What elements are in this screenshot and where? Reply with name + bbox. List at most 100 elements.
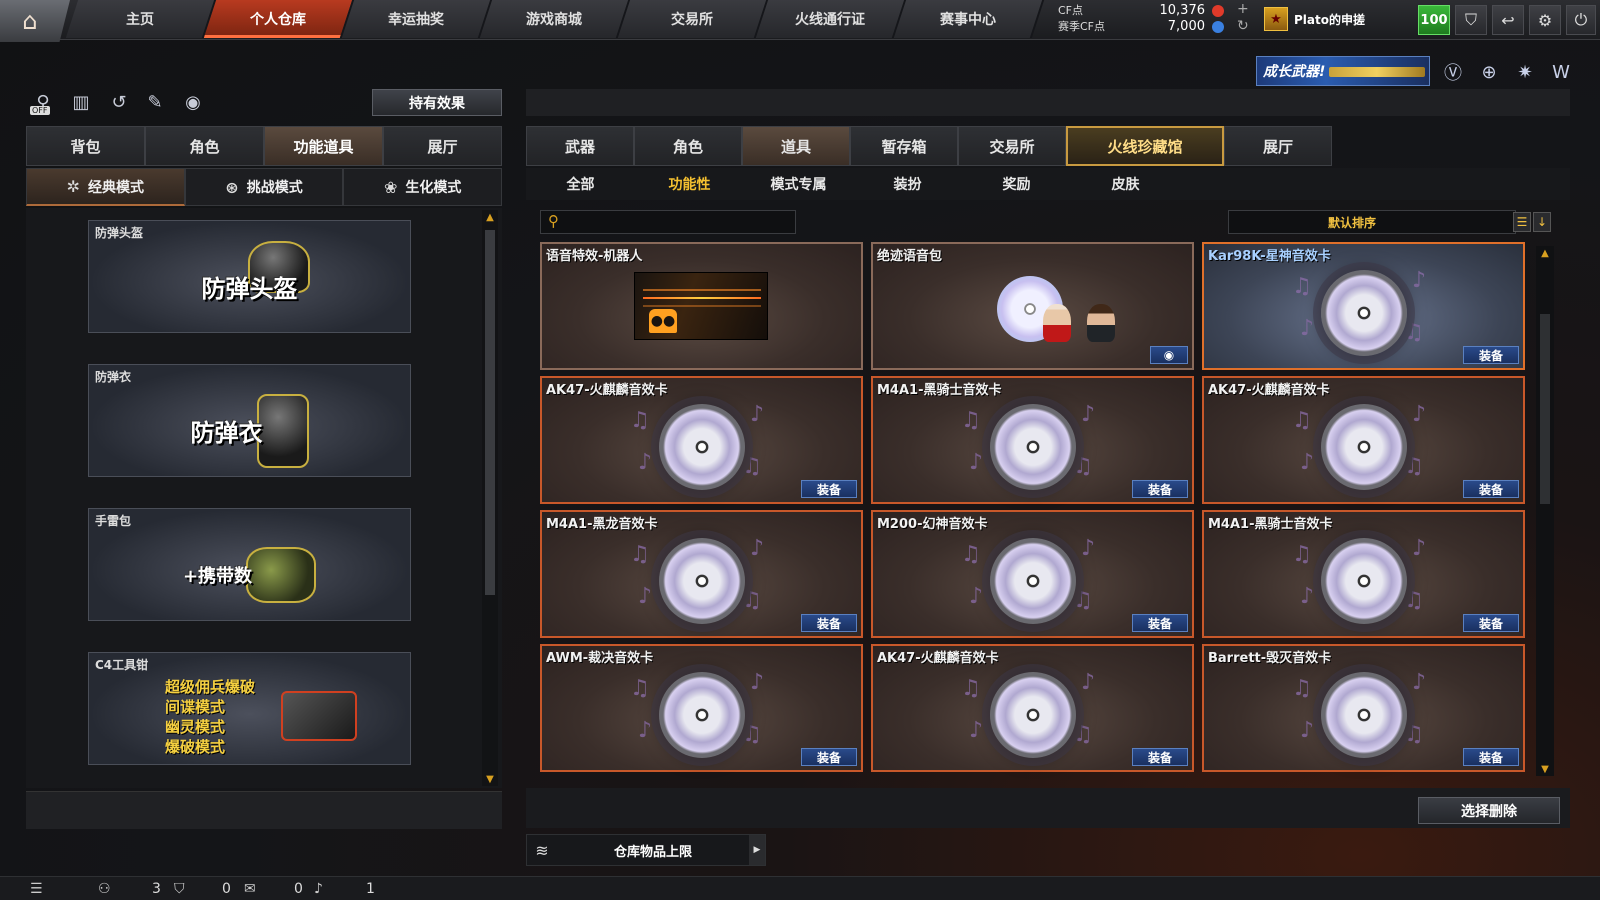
list-view-icon[interactable]: ☰ (1513, 212, 1531, 232)
player-info[interactable]: ★ Plato的申搓 (1264, 7, 1365, 31)
sort-down-icon[interactable]: ↓ (1533, 212, 1551, 232)
equip-button[interactable]: 装备 (801, 480, 857, 498)
friends-count: 3 (152, 881, 161, 897)
right-tab-6[interactable]: 展厅 (1224, 126, 1332, 166)
item-card[interactable]: M200-幻神音效卡 ♫ ♪ ♪ ♫ 装备 (871, 510, 1194, 638)
friends-icon[interactable]: ⚇ (98, 879, 111, 899)
right-tab-4[interactable]: 交易所 (958, 126, 1066, 166)
scroll-thumb[interactable] (1540, 314, 1550, 504)
right-tab-5[interactable]: 火线珍藏馆 (1066, 126, 1224, 166)
settings-button[interactable]: ⚙ (1529, 5, 1561, 35)
scroll-thumb[interactable] (485, 230, 495, 595)
equip-button[interactable]: 装备 (801, 748, 857, 766)
equip-button[interactable]: 装备 (801, 614, 857, 632)
volume-icon[interactable]: ♪ (314, 879, 323, 899)
select-delete-button[interactable]: 选择删除 (1418, 797, 1560, 824)
list-item-c4-pliers[interactable]: C4工具钳 超级佣兵爆破 间谍模式 幽灵模式 爆破模式 (88, 652, 411, 765)
list-item-grenade-pack[interactable]: 手雷包 +携带数 (88, 508, 411, 621)
item-card[interactable]: AK47-火麒麟音效卡 ♫ ♪ ♪ ♫ 装备 (1202, 376, 1525, 504)
item-card[interactable]: Kar98K-星神音效卡 ♫ ♪ ♪ ♫ 装备 (1202, 242, 1525, 370)
capacity-bar[interactable]: ≋ 仓库物品上限 ▶ (526, 834, 766, 866)
equip-button[interactable]: 装备 (1132, 614, 1188, 632)
history-icon[interactable]: ↺ (106, 89, 132, 115)
spray-icon[interactable]: ✎ (142, 89, 168, 115)
mouse-icon[interactable]: ◉ (180, 89, 206, 115)
left-tab-0[interactable]: 背包 (26, 126, 145, 166)
item-card[interactable]: Barrett-毁灭音效卡 ♫ ♪ ♪ ♫ 装备 (1202, 644, 1525, 772)
equip-button[interactable]: 装备 (1132, 480, 1188, 498)
item-card[interactable]: AK47-火麒麟音效卡 ♫ ♪ ♪ ♫ 装备 (540, 376, 863, 504)
item-title: 语音特效-机器人 (546, 249, 643, 264)
nav-tab-4[interactable]: 交易所 (617, 0, 769, 38)
growth-weapon-banner[interactable]: 成长武器! (1256, 56, 1430, 86)
clan-icon[interactable]: ⛉ (174, 879, 185, 899)
chevron-right-icon[interactable]: ▶ (749, 835, 765, 865)
power-button[interactable]: ⏻ (1566, 5, 1596, 35)
character-portrait (1043, 304, 1071, 342)
sub-tab-2[interactable]: 模式专属 (744, 168, 853, 200)
level-badge[interactable]: 100 (1418, 5, 1450, 35)
scroll-up-icon[interactable]: ▲ (483, 210, 497, 224)
search-box[interactable] (540, 210, 796, 234)
left-tab-3[interactable]: 展厅 (383, 126, 502, 166)
equip-button[interactable]: 装备 (1463, 614, 1519, 632)
mode-tab-0[interactable]: ✲ 经典模式 (26, 168, 185, 206)
nav-tab-6[interactable]: 赛事中心 (893, 0, 1045, 38)
list-item-helmet[interactable]: 防弹头盔 防弹头盔 (88, 220, 411, 333)
hold-effect-button[interactable]: 持有效果 (372, 89, 502, 116)
sub-tab-4[interactable]: 奖励 (962, 168, 1071, 200)
nav-tab-3[interactable]: 游戏商城 (479, 0, 631, 38)
sub-tab-0[interactable]: 全部 (526, 168, 635, 200)
item-card[interactable]: 绝迹语音包 ◉ (871, 242, 1194, 370)
mode-tab-2[interactable]: ❀ 生化模式 (343, 168, 503, 206)
equip-button[interactable]: 装备 (1463, 346, 1519, 364)
mode-tab-1[interactable]: ⊛ 挑战模式 (184, 168, 344, 206)
left-tab-1[interactable]: 角色 (145, 126, 264, 166)
item-card[interactable]: AK47-火麒麟音效卡 ♫ ♪ ♪ ♫ 装备 (871, 644, 1194, 772)
item-card[interactable]: AWM-裁决音效卡 ♫ ♪ ♪ ♫ 装备 (540, 644, 863, 772)
scroll-down-icon[interactable]: ▼ (1538, 762, 1552, 776)
play-disc-button[interactable]: ◉ (1150, 346, 1188, 364)
sort-select[interactable]: 默认排序 (1228, 210, 1516, 234)
add-currency-icon[interactable]: + (1237, 1, 1249, 17)
item-card[interactable]: M4A1-黑骑士音效卡 ♫ ♪ ♪ ♫ 装备 (1202, 510, 1525, 638)
item-card[interactable]: 语音特效-机器人 ●● (540, 242, 863, 370)
right-tab-2[interactable]: 道具 (742, 126, 850, 166)
list-item-vest[interactable]: 防弹衣 防弹衣 (88, 364, 411, 477)
home-button[interactable]: ⌂ (0, 0, 70, 42)
nav-tab-2[interactable]: 幸运抽奖 (341, 0, 493, 38)
nav-tab-5[interactable]: 火线通行证 (755, 0, 907, 38)
music-note-icon: ♫ (1073, 454, 1093, 479)
globe-badge-icon[interactable]: ⊕ (1476, 59, 1502, 85)
item-card[interactable]: M4A1-黑龙音效卡 ♫ ♪ ♪ ♫ 装备 (540, 510, 863, 638)
sub-tab-3[interactable]: 装扮 (853, 168, 962, 200)
left-scrollbar[interactable]: ▲ ▼ (482, 210, 498, 786)
refresh-icon[interactable]: ↻ (1237, 18, 1249, 34)
search-input[interactable] (541, 211, 795, 233)
right-tab-1[interactable]: 角色 (634, 126, 742, 166)
sub-tab-5[interactable]: 皮肤 (1071, 168, 1180, 200)
nav-tab-0[interactable]: 主页 (65, 0, 217, 38)
v-badge-icon[interactable]: Ⓥ (1440, 59, 1466, 85)
menu-icon[interactable]: ☰ (30, 879, 43, 899)
scroll-down-icon[interactable]: ▼ (483, 772, 497, 786)
scroll-up-icon[interactable]: ▲ (1538, 246, 1552, 260)
equip-button[interactable]: 装备 (1132, 748, 1188, 766)
grid-scrollbar[interactable]: ▲ ▼ (1536, 246, 1554, 776)
ranking-icon[interactable]: ▥ (68, 89, 94, 115)
shield-button[interactable]: ⛉ (1455, 5, 1487, 35)
return-button[interactable]: ↩ (1492, 5, 1524, 35)
right-tab-0[interactable]: 武器 (526, 126, 634, 166)
right-tab-3[interactable]: 暂存箱 (850, 126, 958, 166)
item-card[interactable]: M4A1-黑骑士音效卡 ♫ ♪ ♪ ♫ 装备 (871, 376, 1194, 504)
w-badge-icon[interactable]: W (1548, 59, 1574, 85)
sub-tab-1[interactable]: 功能性 (635, 168, 744, 200)
chat-icon[interactable]: ✉ (244, 879, 256, 899)
equip-button[interactable]: 装备 (1463, 748, 1519, 766)
music-note-icon: ♪ (1300, 316, 1315, 341)
bio-badge-icon[interactable]: ✷ (1512, 59, 1538, 85)
item-title: AK47-火麒麟音效卡 (1208, 383, 1330, 398)
left-tab-2[interactable]: 功能道具 (264, 126, 383, 166)
nav-tab-1[interactable]: 个人仓库 (203, 0, 355, 38)
equip-button[interactable]: 装备 (1463, 480, 1519, 498)
